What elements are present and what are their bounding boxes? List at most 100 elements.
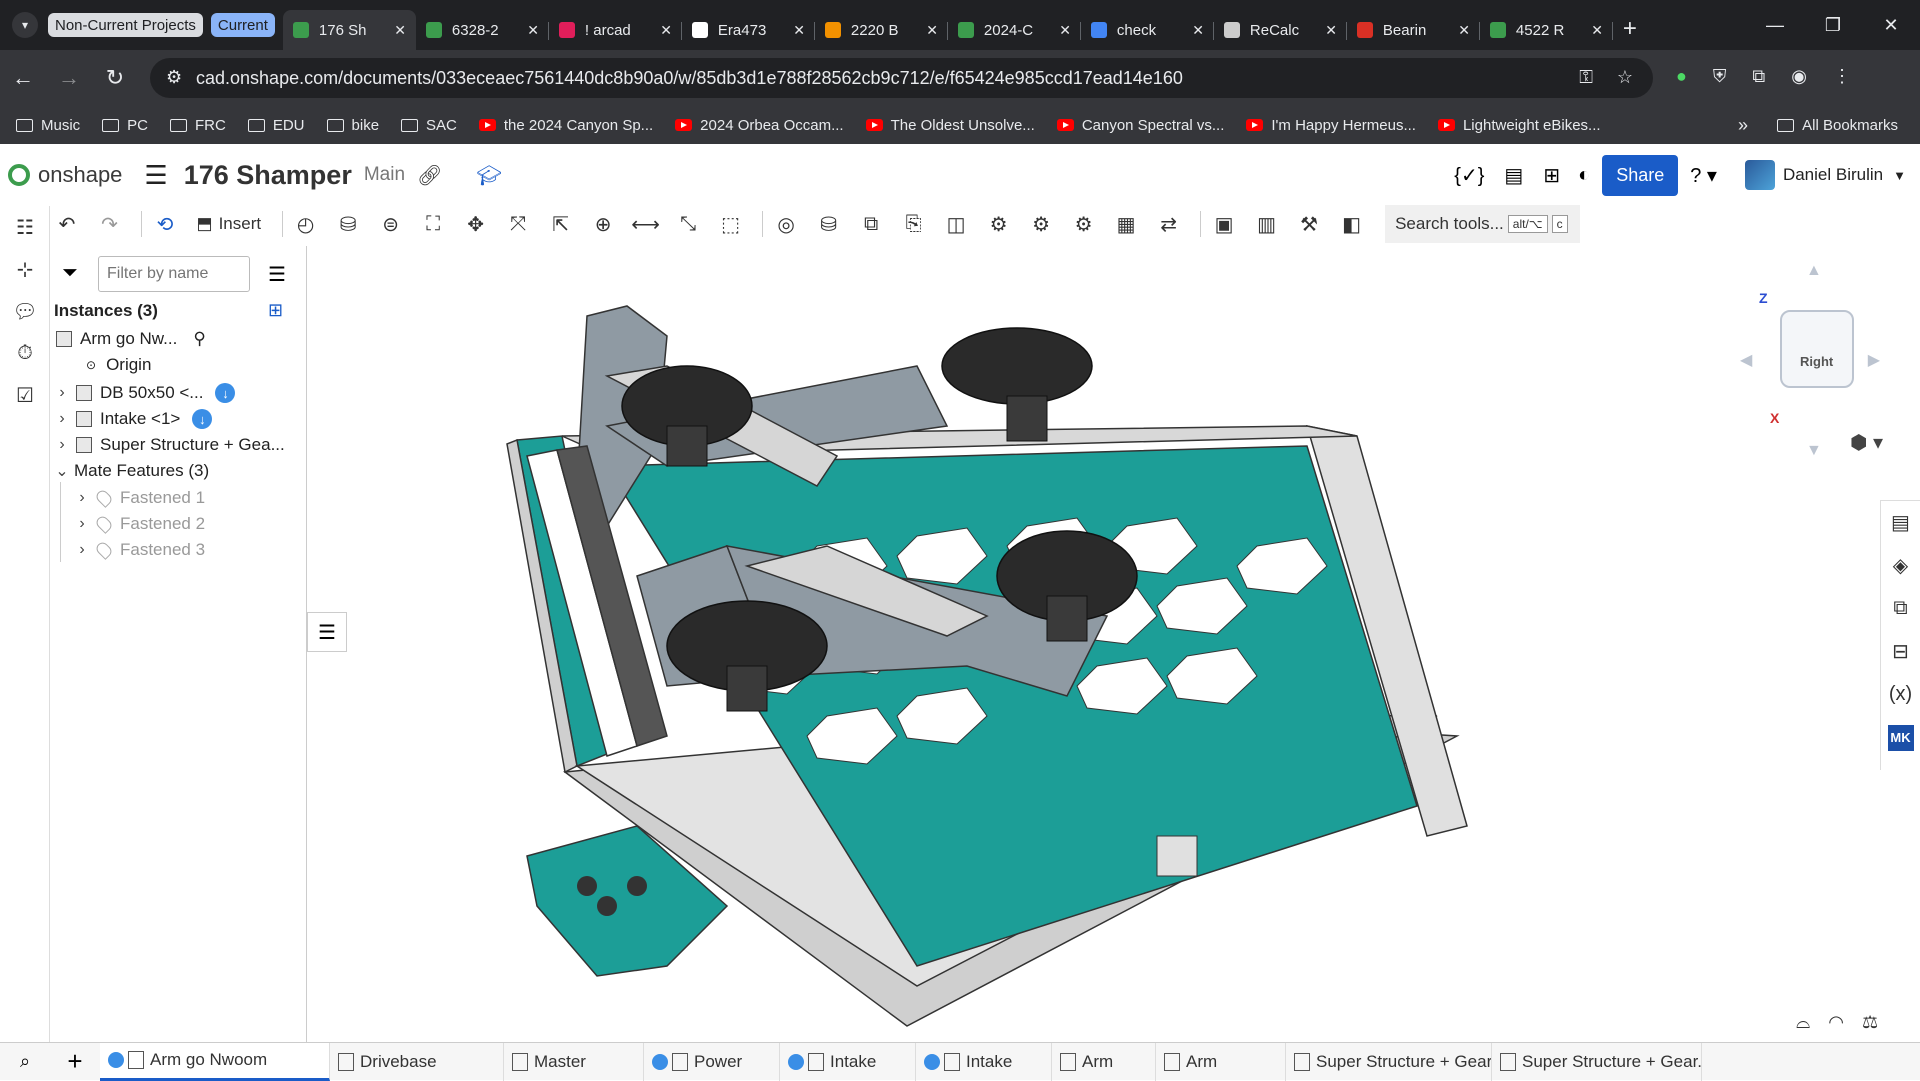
help-icon[interactable]: ? ▾ <box>1690 163 1717 188</box>
element-tab[interactable]: Intake <box>780 1042 916 1081</box>
filter-input[interactable] <box>98 256 250 292</box>
mate-connector-icon[interactable]: ◴ <box>289 207 323 241</box>
browser-tab[interactable]: 6328-2 ✕ <box>416 10 549 50</box>
new-folder-icon[interactable]: ⊞ <box>268 300 283 321</box>
chevron-right-icon[interactable]: › <box>72 515 92 533</box>
ublock-icon[interactable]: ⛨ <box>1713 66 1727 87</box>
browser-tab[interactable]: Bearin ✕ <box>1347 10 1480 50</box>
chevron-right-icon[interactable]: › <box>72 489 92 507</box>
close-tab-icon[interactable]: ✕ <box>1458 22 1470 39</box>
element-tab[interactable]: Arm go Nwoom <box>100 1042 330 1081</box>
new-tab-button[interactable]: + <box>1623 15 1637 43</box>
ball-mate-icon[interactable]: ⊕ <box>586 207 620 241</box>
animate-icon[interactable]: ▥ <box>1250 207 1284 241</box>
bookmark-item[interactable]: FRC <box>170 117 226 134</box>
back-icon[interactable]: ← <box>0 65 46 91</box>
rebuild-icon[interactable]: ⟲ <box>148 207 182 241</box>
measure-icon[interactable]: ⚒ <box>1292 207 1326 241</box>
app-store-icon[interactable]: ⊞ <box>1543 163 1560 188</box>
mate-connector-2-icon[interactable]: ◎ <box>769 207 803 241</box>
chevron-right-icon[interactable]: › <box>52 410 72 428</box>
extensions-icon[interactable]: ⧉ <box>1752 66 1765 87</box>
profile-avatar[interactable]: ◉ <box>1791 66 1807 87</box>
browser-tab[interactable]: check ✕ <box>1081 10 1214 50</box>
browser-tab[interactable]: Era473 ✕ <box>682 10 815 50</box>
measure-icon[interactable]: ⚖ <box>1862 1012 1878 1033</box>
tangent-mate-icon[interactable]: ⤡ <box>671 207 705 241</box>
browser-tab[interactable]: ReCalc ✕ <box>1214 10 1347 50</box>
download-icon[interactable]: ↓ <box>215 383 236 403</box>
view-cube[interactable]: ▲ ◀ ▶ ▼ Right Z X <box>1740 262 1880 459</box>
bookmark-item[interactable]: The Oldest Unsolve... <box>865 117 1035 134</box>
parallel-mate-icon[interactable]: ⟷ <box>629 207 663 241</box>
browser-tab[interactable]: 2220 B ✕ <box>815 10 948 50</box>
interference-icon[interactable]: ⇄ <box>1152 207 1186 241</box>
rotate-up-icon[interactable]: ▲ <box>1806 262 1822 280</box>
section-icon[interactable]: ◧ <box>1335 207 1369 241</box>
bookmark-item[interactable]: 2024 Orbea Occam... <box>675 117 844 134</box>
pattern-icon[interactable]: ⧉ <box>854 207 888 241</box>
instance-origin[interactable]: ⊙ Origin <box>86 350 151 380</box>
list-view-icon[interactable]: ☰ <box>268 262 286 287</box>
gear-relation-icon[interactable]: ⚙ <box>982 207 1016 241</box>
bookmark-item[interactable]: EDU <box>247 117 305 134</box>
fastened-mate-icon[interactable]: ⛁ <box>331 207 365 241</box>
learning-center-icon[interactable]: ◐ <box>1578 164 1590 187</box>
planar-mate-icon[interactable]: ✥ <box>459 207 493 241</box>
mate-feature-item[interactable]: › Fastened 3 <box>72 535 205 565</box>
rotate-down-icon[interactable]: ▼ <box>1806 442 1822 460</box>
configurations-icon[interactable]: ⧉ <box>1881 587 1920 630</box>
parts-icon[interactable]: ⊹ <box>0 248 50 290</box>
display-states-icon[interactable]: ▣ <box>1207 207 1241 241</box>
element-list-icon[interactable]: ⌕ <box>0 1051 50 1072</box>
minimize-icon[interactable]: — <box>1746 15 1804 36</box>
close-tab-icon[interactable]: ✕ <box>1192 22 1204 39</box>
bookmark-item[interactable]: I'm Happy Hermeus... <box>1246 117 1416 134</box>
appearance-icon[interactable]: ◈ <box>1881 544 1920 587</box>
bookmark-item[interactable]: Lightweight eBikes... <box>1437 117 1601 134</box>
bookmark-item[interactable]: bike <box>326 117 379 134</box>
chevron-right-icon[interactable]: › <box>52 436 72 454</box>
bookmark-item[interactable]: PC <box>102 117 148 134</box>
bom-icon[interactable]: ▤ <box>1881 501 1920 544</box>
element-tab[interactable]: Super Structure + Gear... <box>1492 1042 1702 1081</box>
undo-icon[interactable]: ↶ <box>50 207 84 241</box>
mirror-icon[interactable]: ⎘ <box>897 207 931 241</box>
feature-list-icon[interactable]: ☷ <box>0 206 50 248</box>
all-bookmarks[interactable]: All Bookmarks <box>1777 117 1898 134</box>
browser-tab[interactable]: 2024-C ✕ <box>948 10 1081 50</box>
close-tab-icon[interactable]: ✕ <box>660 22 672 39</box>
user-menu[interactable]: Daniel Birulin ▼ <box>1744 160 1906 190</box>
model-viewport[interactable] <box>307 246 1875 1042</box>
view-cube-face[interactable]: Right <box>1780 310 1854 388</box>
named-views-icon[interactable]: ◠ <box>1828 1012 1844 1033</box>
redo-icon[interactable]: ↷ <box>93 207 127 241</box>
site-info-icon[interactable]: ⚙ <box>166 67 182 88</box>
download-icon[interactable]: ↓ <box>192 409 213 429</box>
comments-icon[interactable]: 💬︎ <box>0 290 50 332</box>
element-tab[interactable]: Intake <box>916 1042 1052 1081</box>
password-key-icon[interactable]: ⚿ <box>1579 67 1593 88</box>
link-icon[interactable]: 🔗︎ <box>417 163 442 188</box>
bookmark-item[interactable]: Canyon Spectral vs... <box>1056 117 1224 134</box>
more-bookmarks-icon[interactable]: » <box>1738 115 1748 136</box>
close-tab-icon[interactable]: ✕ <box>394 22 406 39</box>
search-tools-field[interactable]: Search tools... alt/⌥ c <box>1385 205 1581 243</box>
branch-name[interactable]: Main <box>364 164 405 186</box>
add-element-icon[interactable]: + <box>50 1046 100 1077</box>
bookmark-star-icon[interactable]: ☆ <box>1617 67 1633 88</box>
onshape-logo[interactable]: onshape <box>8 162 122 188</box>
mate-features-header[interactable]: ⌄ Mate Features (3) <box>52 456 209 486</box>
bookmark-item[interactable]: SAC <box>401 117 457 134</box>
element-tab[interactable]: Arm <box>1156 1042 1286 1081</box>
restore-icon[interactable]: ❐ <box>1804 15 1862 36</box>
browser-menu-icon[interactable]: ⋮ <box>1833 66 1851 87</box>
rotate-left-icon[interactable]: ◀ <box>1740 350 1752 370</box>
properties-icon[interactable]: ☑ <box>0 374 50 416</box>
element-tab[interactable]: Power <box>644 1042 780 1081</box>
close-tab-icon[interactable]: ✕ <box>527 22 539 39</box>
extension-green-icon[interactable]: ● <box>1676 66 1687 87</box>
pin-slot-mate-icon[interactable]: ⇱ <box>544 207 578 241</box>
learning-cap-icon[interactable]: 🎓︎ <box>476 163 501 188</box>
chevron-right-icon[interactable]: › <box>52 384 72 402</box>
